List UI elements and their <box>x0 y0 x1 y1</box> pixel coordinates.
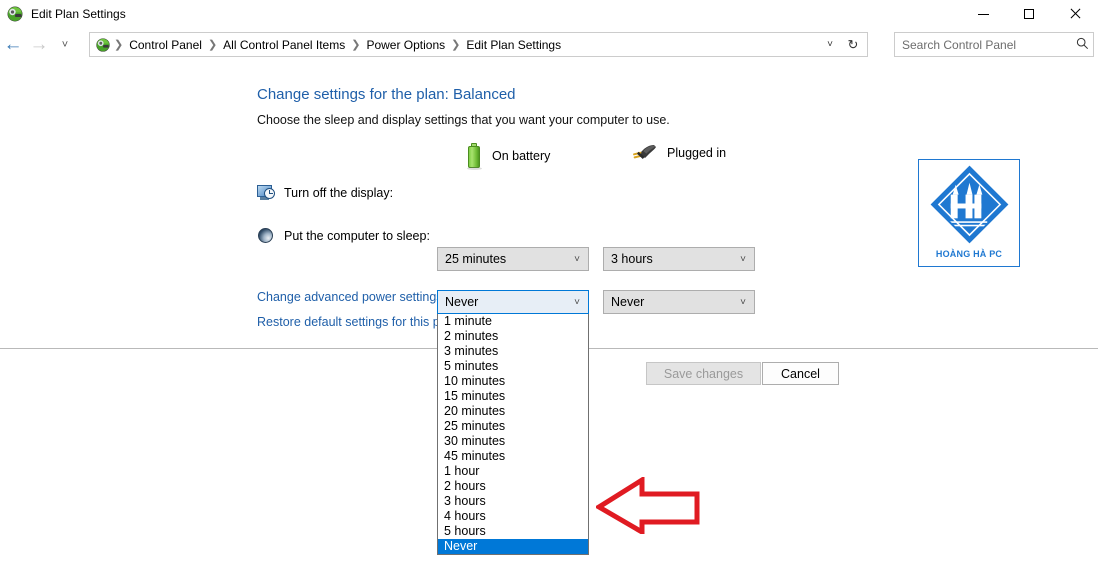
dropdown-option[interactable]: 3 minutes <box>438 344 588 359</box>
dropdown-option[interactable]: 10 minutes <box>438 374 588 389</box>
close-button[interactable] <box>1052 0 1098 28</box>
chevron-down-icon[interactable]: ˅ <box>732 254 754 265</box>
combobox-display-plugged-in[interactable]: 3 hours ˅ <box>603 247 755 271</box>
combobox-display-on-battery[interactable]: 25 minutes ˅ <box>437 247 589 271</box>
link-restore-default-settings[interactable]: Restore default settings for this plan <box>257 315 456 329</box>
power-plan-icon-small <box>95 37 111 53</box>
dropdown-option[interactable]: 3 hours <box>438 494 588 509</box>
breadcrumb-item-power-options[interactable]: Power Options <box>361 38 450 52</box>
chevron-down-icon[interactable]: ˅ <box>732 297 754 308</box>
combobox-value: Never <box>438 295 566 309</box>
page-title: Change settings for the plan: Balanced <box>257 86 516 103</box>
combobox-sleep-on-battery[interactable]: Never ˅ <box>437 290 589 314</box>
application-window: Edit Plan Settings ← → ˅ ↑ ❯ Control Pan… <box>0 0 1098 581</box>
dropdown-option[interactable]: 15 minutes <box>438 389 588 404</box>
chevron-down-icon[interactable]: ˅ <box>566 297 588 308</box>
refresh-icon[interactable]: ↻ <box>841 33 865 56</box>
setting-row-turn-off-display: Turn off the display: <box>257 184 393 202</box>
dropdown-list-sleep-on-battery[interactable]: 1 minute2 minutes3 minutes5 minutes10 mi… <box>437 314 589 555</box>
column-header-on-battery: On battery <box>466 143 550 169</box>
battery-icon <box>466 143 482 169</box>
dropdown-option[interactable]: 4 hours <box>438 509 588 524</box>
dropdown-option[interactable]: 5 minutes <box>438 359 588 374</box>
setting-row-label: Turn off the display: <box>284 186 393 200</box>
window-controls <box>960 0 1098 28</box>
power-plug-icon <box>631 143 657 163</box>
page-subtitle: Choose the sleep and display settings th… <box>257 113 670 127</box>
forward-icon[interactable]: → <box>26 30 52 60</box>
dropdown-option[interactable]: 45 minutes <box>438 449 588 464</box>
breadcrumb-item-all-items[interactable]: All Control Panel Items <box>218 38 350 52</box>
maximize-button[interactable] <box>1006 0 1052 28</box>
dropdown-option[interactable]: 5 hours <box>438 524 588 539</box>
dropdown-option[interactable]: 20 minutes <box>438 404 588 419</box>
chevron-down-icon[interactable]: ˅ <box>566 254 588 265</box>
breadcrumb-item-control-panel[interactable]: Control Panel <box>124 38 207 52</box>
breadcrumb[interactable]: ❯ Control Panel ❯ All Control Panel Item… <box>89 32 868 57</box>
annotation-left-arrow-icon <box>596 477 700 534</box>
breadcrumb-item-edit-plan-settings[interactable]: Edit Plan Settings <box>461 38 566 52</box>
combobox-value: Never <box>604 295 732 309</box>
combobox-value: 25 minutes <box>438 252 566 266</box>
watermark-brand-text: HOÀNG HÀ PC <box>919 249 1019 259</box>
breadcrumb-separator: ❯ <box>450 38 461 51</box>
sleep-moon-icon <box>257 227 275 245</box>
title-bar: Edit Plan Settings <box>0 0 1098 28</box>
window-title: Edit Plan Settings <box>31 7 126 21</box>
dropdown-option[interactable]: Never <box>438 539 588 554</box>
dropdown-option[interactable]: 2 hours <box>438 479 588 494</box>
setting-row-label: Put the computer to sleep: <box>284 229 430 243</box>
back-icon[interactable]: ← <box>0 30 26 60</box>
power-plan-icon <box>6 5 24 23</box>
dropdown-option[interactable]: 25 minutes <box>438 419 588 434</box>
recent-locations-icon[interactable]: ˅ <box>52 30 78 60</box>
cancel-button[interactable]: Cancel <box>762 362 839 385</box>
minimize-button[interactable] <box>960 0 1006 28</box>
display-clock-icon <box>257 184 275 202</box>
breadcrumb-separator: ❯ <box>350 38 361 51</box>
link-change-advanced-power-settings[interactable]: Change advanced power settings <box>257 290 443 304</box>
dropdown-option[interactable]: 1 minute <box>438 314 588 329</box>
breadcrumb-separator: ❯ <box>207 38 218 51</box>
save-changes-button[interactable]: Save changes <box>646 362 761 385</box>
search-box[interactable] <box>894 32 1094 57</box>
combobox-value: 3 hours <box>604 252 732 266</box>
search-icon[interactable] <box>1071 37 1093 53</box>
breadcrumb-separator: ❯ <box>113 38 124 51</box>
column-header-label: On battery <box>492 149 550 163</box>
watermark-logo: HOÀNG HÀ PC <box>918 159 1020 267</box>
setting-row-sleep: Put the computer to sleep: <box>257 227 430 245</box>
dropdown-option[interactable]: 30 minutes <box>438 434 588 449</box>
column-header-plugged-in: Plugged in <box>631 143 726 163</box>
column-header-label: Plugged in <box>667 146 726 160</box>
combobox-sleep-plugged-in[interactable]: Never ˅ <box>603 290 755 314</box>
search-input[interactable] <box>895 37 1071 53</box>
dropdown-option[interactable]: 2 minutes <box>438 329 588 344</box>
chevron-down-icon[interactable]: ˅ <box>819 33 841 56</box>
dropdown-option[interactable]: 1 hour <box>438 464 588 479</box>
content-area: Change settings for the plan: Balanced C… <box>0 62 1098 581</box>
hoang-ha-pc-diamond-icon <box>930 165 1009 244</box>
